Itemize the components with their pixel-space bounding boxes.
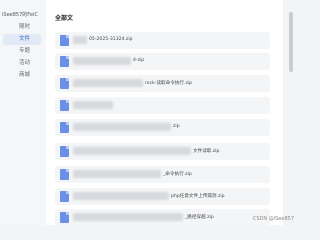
- redacted-text: [73, 147, 191, 155]
- file-row[interactable]: zip: [55, 119, 270, 136]
- redacted-text: [73, 192, 169, 200]
- file-name[interactable]: _路径穿越.zip: [185, 214, 214, 220]
- file-name[interactable]: 4-zip: [133, 58, 144, 63]
- sidebar-item-topics[interactable]: 专题: [3, 46, 41, 57]
- zip-file-icon: [60, 56, 69, 67]
- file-name[interactable]: 05-2025-31324.zip: [89, 37, 133, 42]
- scroll-thumb[interactable]: [289, 12, 293, 72]
- scrollbar[interactable]: [283, 0, 300, 225]
- zip-file-icon: [60, 191, 69, 202]
- zip-file-icon: [60, 35, 69, 46]
- file-row[interactable]: _命令执行.zip: [55, 166, 270, 183]
- file-name[interactable]: _命令执行.zip: [163, 171, 192, 177]
- sidebar-item-mall[interactable]: 商城: [3, 70, 41, 81]
- redacted-text: [73, 101, 113, 109]
- redacted-text: [73, 213, 183, 221]
- file-row[interactable]: 4-zip: [55, 53, 270, 70]
- zip-file-icon: [60, 122, 69, 133]
- sidebar-item-activity[interactable]: 活动: [3, 58, 41, 69]
- sidebar: iSee857的FeiC 随时 文件 专题 活动 商城: [0, 0, 46, 225]
- sidebar-item-suishi[interactable]: 随时: [3, 22, 41, 33]
- file-row[interactable]: _路径穿越.zip: [55, 209, 270, 226]
- redacted-text: [73, 79, 143, 87]
- file-name[interactable]: zip: [173, 124, 180, 129]
- sidebar-item-files[interactable]: 文件: [3, 34, 41, 45]
- brand-name: iSee857的FeiC: [2, 12, 38, 18]
- redacted-text: [73, 36, 87, 44]
- file-row[interactable]: 05-2025-31324.zip: [55, 32, 270, 49]
- file-row[interactable]: rock-读取命令执行.zip: [55, 75, 270, 92]
- zip-file-icon: [60, 212, 69, 223]
- redacted-text: [73, 170, 161, 178]
- zip-file-icon: [60, 169, 69, 180]
- watermark: CSDN @iSee857: [252, 216, 294, 222]
- file-row[interactable]: php任意文件上传漏洞.zip: [55, 188, 270, 205]
- file-name[interactable]: php任意文件上传漏洞.zip: [171, 193, 225, 199]
- redacted-text: [73, 57, 131, 65]
- file-name[interactable]: rock-读取命令执行.zip: [145, 80, 192, 86]
- redacted-text: [73, 123, 171, 131]
- file-row[interactable]: [55, 97, 270, 114]
- zip-file-icon: [60, 146, 69, 157]
- file-row[interactable]: 文件读取.zip: [55, 143, 270, 160]
- file-name[interactable]: 文件读取.zip: [193, 148, 219, 154]
- page-title: 全部文: [55, 15, 74, 22]
- zip-file-icon: [60, 78, 69, 89]
- zip-file-icon: [60, 100, 69, 111]
